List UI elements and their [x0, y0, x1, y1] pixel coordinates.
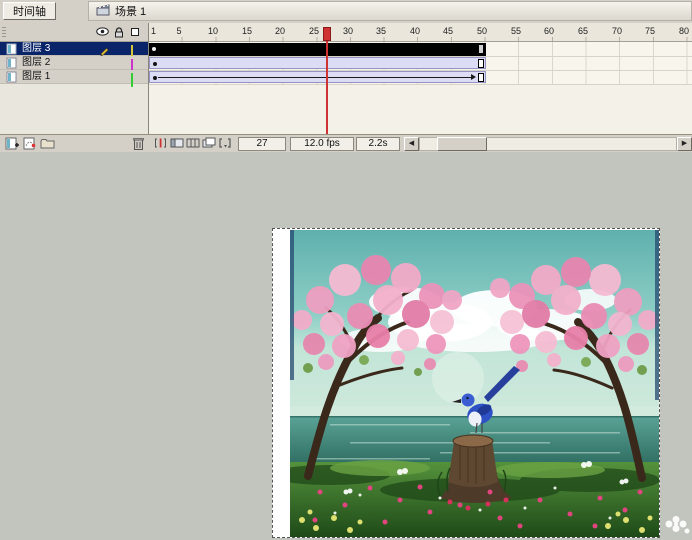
modify-onion-markers-button[interactable]: [218, 137, 232, 152]
scene-clapper-icon: [96, 4, 110, 19]
playhead-line: [326, 41, 328, 134]
insert-layer-button[interactable]: [4, 137, 20, 153]
center-frame-button[interactable]: [154, 137, 167, 152]
frame-number: 5: [168, 26, 190, 36]
frame-number: 75: [639, 26, 661, 36]
keyframe-dot: [152, 47, 156, 51]
frame-number: 45: [437, 26, 459, 36]
frame-number: 80: [673, 26, 692, 36]
frame-number: 30: [337, 26, 359, 36]
layers-pane: 图层 3 图层 2: [0, 23, 148, 134]
frame-number: 40: [404, 26, 426, 36]
scroll-right-button[interactable]: ▶: [677, 137, 692, 151]
timeline-status-bar: 27 12.0 fps 2.2s ◀ ▶: [0, 134, 692, 152]
elapsed-time-field[interactable]: 2.2s: [356, 137, 400, 151]
keyframe-dot: [153, 76, 157, 80]
flash-authoring-window: 时间轴 场景 1: [0, 0, 692, 540]
lock-column-icon[interactable]: [114, 27, 124, 41]
onion-skin-button[interactable]: [170, 137, 184, 152]
frame-ruler[interactable]: 1 5 10 15 20 25 30 35 40 45 50 55 60 65 …: [149, 23, 692, 42]
frame-number: 60: [538, 26, 560, 36]
layer2-frame-span[interactable]: [149, 57, 486, 69]
timeline-tab[interactable]: 时间轴: [3, 2, 56, 20]
frame-number: 1: [149, 26, 159, 36]
layer-name[interactable]: 图层 3: [22, 43, 50, 55]
end-frame-rect: [478, 59, 484, 68]
layer1-frame-span[interactable]: [149, 71, 486, 83]
frame-number: 15: [236, 26, 258, 36]
stage-area[interactable]: [0, 152, 692, 540]
layer-name[interactable]: 图层 1: [22, 71, 50, 83]
span-end-marker: [479, 45, 483, 53]
layer-row-3[interactable]: 图层 3: [0, 42, 148, 56]
frame-number: 25: [303, 26, 325, 36]
frame-number: 50: [471, 26, 493, 36]
scene-image: [290, 230, 659, 537]
ruler-ticks: [149, 37, 692, 41]
layer-page-icon: [6, 71, 18, 86]
scene-label[interactable]: 场景 1: [115, 3, 146, 19]
tween-line: [158, 77, 472, 78]
frame-number: 70: [606, 26, 628, 36]
scroll-left-button[interactable]: ◀: [404, 137, 419, 151]
layer3-frame-span[interactable]: [149, 43, 486, 56]
frame-number: 55: [505, 26, 527, 36]
panel-grip[interactable]: [2, 27, 6, 38]
layer-row-1[interactable]: 图层 1: [0, 70, 148, 84]
frame-rate-field[interactable]: 12.0 fps: [290, 137, 354, 151]
watermark-logo: [660, 514, 690, 539]
layer-row-2[interactable]: 图层 2: [0, 56, 148, 70]
frames-pane: 1 5 10 15 20 25 30 35 40 45 50 55 60 65 …: [149, 23, 692, 134]
layer-outline-swatch[interactable]: [131, 74, 133, 86]
current-frame-field[interactable]: 27: [238, 137, 286, 151]
row-separator: [149, 84, 692, 85]
layers-header: [0, 23, 148, 42]
frame-number: 35: [370, 26, 392, 36]
scene-bar: 场景 1: [88, 1, 692, 21]
outline-column-icon[interactable]: [131, 28, 139, 36]
stage-artwork[interactable]: [272, 228, 660, 538]
insert-layer-folder-button[interactable]: [40, 137, 56, 153]
edit-multiple-frames-button[interactable]: [202, 137, 216, 152]
add-motion-guide-button[interactable]: [22, 137, 38, 153]
playhead-marker[interactable]: [323, 27, 331, 41]
onion-skin-outlines-button[interactable]: [186, 137, 200, 152]
tween-arrow: [471, 74, 476, 80]
frame-number: 20: [269, 26, 291, 36]
frame-number: 10: [202, 26, 224, 36]
end-frame-rect: [478, 73, 484, 82]
timeline-panel: 时间轴 场景 1: [0, 0, 692, 152]
keyframe-dot: [153, 62, 157, 66]
timeline-scrollbar-thumb[interactable]: [437, 137, 487, 151]
frame-number: 65: [572, 26, 594, 36]
show-hide-column-icon[interactable]: [96, 27, 109, 39]
layer-name[interactable]: 图层 2: [22, 57, 50, 69]
